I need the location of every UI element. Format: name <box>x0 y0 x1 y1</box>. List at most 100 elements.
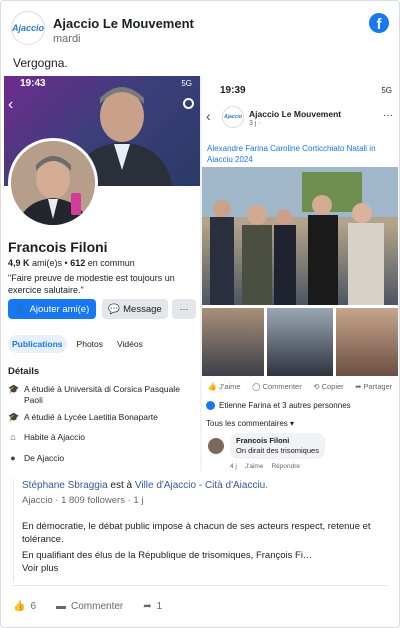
facebook-post-card: Ajaccio Ajaccio Le Mouvement mardi f Ver… <box>0 0 400 628</box>
facebook-logo-icon[interactable]: f <box>369 13 389 33</box>
detail-item: 🎓 A étudié à Lycée Laetitia Bonaparte <box>8 412 198 423</box>
comment-bubble: Francois Filoni On dirait des trisomique… <box>230 433 325 459</box>
common-label: en commun <box>87 258 135 268</box>
pin-icon: ● <box>10 453 16 463</box>
post-date[interactable]: mardi <box>53 33 81 45</box>
comment-author: Francois Filoni <box>236 436 290 445</box>
profile-name: Francois Filoni <box>8 239 108 255</box>
photo-thumbnail <box>202 308 264 376</box>
like-action[interactable]: 👍 J'aime <box>208 382 241 391</box>
comment-meta: 4 j J'aime Répondre <box>230 463 300 470</box>
friends-label: ami(e)s <box>32 258 63 268</box>
likers-row: Etienne Farina et 3 autres personnes <box>206 401 351 410</box>
copy-label: Copier <box>321 382 344 391</box>
detail-text: A étudié à Università di Corsica Pasqual… <box>24 384 180 405</box>
profile-quote: "Faire preuve de modestie est toujours u… <box>8 273 175 295</box>
page-name[interactable]: Ajaccio Le Mouvement <box>53 16 194 31</box>
friends-count: 4,9 K <box>8 258 30 268</box>
logo-text: Ajaccio <box>12 23 45 33</box>
footer-actions: 👍 6 ▬ Commenter ➦ 1 <box>13 601 162 612</box>
photo-thumbnail <box>267 308 333 376</box>
commenter-avatar <box>208 438 224 454</box>
comment-body-2: En qualifiant des élus de la République … <box>22 550 313 561</box>
common-count: 612 <box>70 258 86 268</box>
back-icon[interactable]: ‹ <box>206 108 211 124</box>
detail-item: 🎓 A étudié à Università di Corsica Pasqua… <box>8 384 198 406</box>
copy-action[interactable]: ⟲ Copier <box>313 382 343 391</box>
comment-body-1: En démocratie, le débat public impose à … <box>22 521 371 545</box>
messenger-icon: 💬 <box>108 303 121 315</box>
like-button[interactable]: 👍 6 <box>13 601 36 612</box>
page-avatar[interactable]: Ajaccio <box>11 11 45 45</box>
graduation-icon: 🎓 <box>8 384 20 394</box>
comment-author[interactable]: Stéphane Sbraggia <box>22 480 108 491</box>
profile-picture <box>8 138 98 228</box>
comment-place[interactable]: Ville d'Ajaccio - Cità d'Aiacciu. <box>135 480 268 491</box>
back-icon[interactable]: ‹ <box>8 96 13 114</box>
share-label: Partager <box>363 382 393 391</box>
add-friend-icon: 👤 <box>14 303 27 315</box>
tab-publications[interactable]: Publications <box>8 335 67 353</box>
comment-label: Commenter <box>262 382 302 391</box>
post-date: 3 j · <box>249 120 261 127</box>
group-photo <box>202 167 398 305</box>
search-icon[interactable] <box>183 98 194 109</box>
detail-text: A étudié à Lycée Laetitia Bonaparte <box>24 412 158 422</box>
status-network: 5G <box>181 79 192 88</box>
comment-button[interactable]: ▬ Commenter <box>56 601 123 612</box>
comment-block: Stéphane Sbraggia est à Ville d'Ajaccio … <box>13 479 387 582</box>
comment-meta: Ajaccio · 1 809 followers · 1 j <box>22 495 144 506</box>
likers-text[interactable]: Etienne Farina et 3 autres personnes <box>219 401 351 410</box>
share-button[interactable]: ➦ 1 <box>143 601 162 612</box>
tab-videos[interactable]: Vidéos <box>113 335 147 353</box>
divider <box>13 585 387 586</box>
post-header: Ajaccio Ajaccio Le Mouvement mardi f <box>11 11 389 49</box>
tab-photos[interactable]: Photos <box>73 335 107 353</box>
comment-reply: Répondre <box>271 463 301 470</box>
details-title: Détails <box>8 366 40 377</box>
comment-label: Commenter <box>71 601 124 612</box>
like-badge-icon <box>206 401 215 410</box>
status-network: 5G <box>381 86 392 95</box>
detail-item: ● De Ajaccio <box>8 453 198 464</box>
post-screenshot: 19:39 5G ‹ Ajaccio Ajaccio Le Mouvement … <box>202 76 398 471</box>
profile-tabs: Publications Photos Vidéos <box>4 332 200 356</box>
share-action[interactable]: ➦ Partager <box>355 382 392 391</box>
comment-text: On dirait des trisomiques <box>236 446 319 455</box>
comment-age: 4 j <box>230 463 237 470</box>
comment-connector: est à <box>110 480 133 491</box>
see-more-link[interactable]: Voir plus <box>22 562 387 575</box>
profile-screenshot: 19:43 5G ‹ Francois Filoni 4,9 K ami(e)s… <box>4 76 200 471</box>
photo-thumbnail <box>336 308 398 376</box>
comment-like: J'aime <box>244 463 264 470</box>
friends-info: 4,9 K ami(e)s • 612 en commun <box>8 258 135 268</box>
page-avatar: Ajaccio <box>222 106 244 128</box>
comment-header: Stéphane Sbraggia est à Ville d'Ajaccio … <box>22 479 387 492</box>
share-count: 1 <box>156 601 163 612</box>
page-name: Ajaccio Le Mouvement <box>249 109 342 119</box>
like-label: J'aime <box>219 382 241 391</box>
detail-text: De Ajaccio <box>24 453 65 463</box>
post-actions: 👍 J'aime ◯ Commenter ⟲ Copier ➦ Partager <box>202 382 398 391</box>
post-text: Vergogna. <box>13 56 68 70</box>
share-icon: ➦ <box>143 601 152 612</box>
graduation-icon: 🎓 <box>8 412 20 422</box>
add-friend-button[interactable]: 👤 Ajouter ami(e) <box>8 299 96 319</box>
message-button[interactable]: 💬 Message <box>102 299 168 319</box>
screenshots-image[interactable]: 19:43 5G ‹ Francois Filoni 4,9 K ami(e)s… <box>4 76 398 471</box>
like-count: 6 <box>30 601 37 612</box>
comment-action[interactable]: ◯ Commenter <box>252 382 302 391</box>
detail-text: Habite à Ajaccio <box>24 432 85 442</box>
thumbs-up-icon: 👍 <box>13 601 26 612</box>
comment-icon: ▬ <box>56 601 67 612</box>
more-icon[interactable]: ··· <box>383 110 393 121</box>
more-button[interactable]: ··· <box>172 299 196 319</box>
add-friend-label: Ajouter ami(e) <box>29 303 90 315</box>
logo-text: Ajaccio <box>224 114 242 120</box>
home-icon: ⌂ <box>10 432 16 442</box>
status-time: 19:39 <box>220 85 246 96</box>
status-time: 19:43 <box>20 78 46 89</box>
all-comments-filter[interactable]: Tous les commentaires ▾ <box>206 419 294 428</box>
message-label: Message <box>123 303 162 315</box>
post-tagline: Alexandre Farina Caroline Corticchiato N… <box>207 144 376 164</box>
